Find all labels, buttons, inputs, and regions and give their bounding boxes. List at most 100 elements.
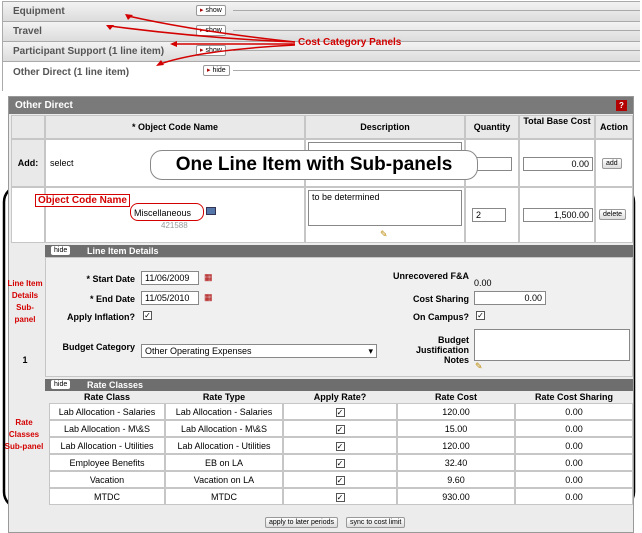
apply-rate-checkbox[interactable]: ✓ bbox=[335, 442, 345, 451]
add-action-cell: add bbox=[595, 139, 633, 187]
annotation-line-item: Line Item Details Sub-panel bbox=[7, 279, 43, 324]
apply-later-button[interactable]: apply to later periods bbox=[265, 517, 338, 528]
rate-type-cell: Lab Allocation - M\&S bbox=[165, 420, 283, 437]
help-icon[interactable]: ? bbox=[616, 100, 627, 111]
rates-col-class: Rate Class bbox=[83, 392, 131, 402]
rate-type-cell: MTDC bbox=[165, 488, 283, 505]
rate-sharing-cell: 0.00 bbox=[515, 403, 633, 420]
apply-rate-cell: ✓ bbox=[283, 420, 397, 437]
add-button[interactable]: add bbox=[602, 158, 622, 169]
object-select[interactable]: select bbox=[50, 158, 74, 168]
add-base-input[interactable]: 0.00 bbox=[523, 157, 593, 171]
col-description: Description bbox=[305, 115, 465, 139]
col-object-code: * Object Code Name bbox=[45, 115, 305, 139]
rate-type-cell: Lab Allocation - Salaries bbox=[165, 403, 283, 420]
apply-rate-checkbox[interactable]: ✓ bbox=[335, 425, 345, 434]
apply-rate-cell: ✓ bbox=[283, 471, 397, 488]
apply-rate-cell: ✓ bbox=[283, 454, 397, 471]
rate-class-cell: Lab Allocation - Salaries bbox=[49, 403, 165, 420]
panel-title: Other Direct bbox=[15, 100, 73, 111]
rate-sharing-cell: 0.00 bbox=[515, 437, 633, 454]
rate-type-cell: Lab Allocation - Utilities bbox=[165, 437, 283, 454]
hide-button[interactable]: hide bbox=[51, 246, 71, 255]
section-title: Rate Classes bbox=[87, 380, 144, 390]
on-campus-label: On Campus? bbox=[412, 312, 469, 322]
item-action-cell: delete bbox=[595, 187, 633, 243]
item-base-cell: 1,500.00 bbox=[519, 187, 595, 243]
rate-sharing-cell: 0.00 bbox=[515, 454, 633, 471]
fa-label: Unrecovered F&A bbox=[392, 271, 469, 281]
rate-class-cell: Lab Allocation - Utilities bbox=[49, 437, 165, 454]
fa-value: 0.00 bbox=[474, 278, 492, 288]
calendar-icon[interactable]: ▦ bbox=[204, 272, 213, 283]
apply-rate-cell: ✓ bbox=[283, 403, 397, 420]
apply-rate-checkbox[interactable]: ✓ bbox=[335, 408, 345, 417]
on-campus-checkbox[interactable]: ✓ bbox=[476, 311, 485, 320]
object-code: 421588 bbox=[161, 221, 188, 230]
apply-rate-cell: ✓ bbox=[283, 437, 397, 454]
add-quantity-input[interactable] bbox=[472, 157, 512, 171]
calendar-icon[interactable]: ▦ bbox=[204, 292, 213, 303]
apply-rate-checkbox[interactable]: ✓ bbox=[335, 459, 345, 468]
rate-type-cell: EB on LA bbox=[165, 454, 283, 471]
inflation-checkbox[interactable]: ✓ bbox=[143, 311, 152, 320]
item-base-input[interactable]: 1,500.00 bbox=[523, 208, 593, 222]
rate-class-cell: Vacation bbox=[49, 471, 165, 488]
rate-classes-header: hide Rate Classes bbox=[45, 379, 633, 391]
end-date-input[interactable]: 11/05/2010 bbox=[141, 291, 199, 305]
budget-category-select[interactable]: Other Operating Expenses ▾ bbox=[141, 344, 377, 358]
line-item-number: 1 bbox=[22, 355, 28, 365]
delete-button[interactable]: delete bbox=[599, 209, 627, 220]
rates-col-cost: Rate Cost bbox=[434, 392, 477, 402]
rate-sharing-cell: 0.00 bbox=[515, 471, 633, 488]
rate-class-cell: Employee Benefits bbox=[49, 454, 165, 471]
apply-rate-checkbox[interactable]: ✓ bbox=[335, 493, 345, 502]
rate-sharing-cell: 0.00 bbox=[515, 420, 633, 437]
rates-col-type: Rate Type bbox=[202, 392, 246, 402]
rate-sharing-cell: 0.00 bbox=[515, 488, 633, 505]
rate-cost-cell: 9.60 bbox=[397, 471, 515, 488]
cost-sharing-label: Cost Sharing bbox=[412, 294, 469, 304]
budget-category-value: Other Operating Expenses bbox=[145, 346, 252, 356]
item-description-cell: to be determined ✎ bbox=[305, 187, 465, 243]
item-quantity-cell: 2 bbox=[465, 187, 519, 243]
apply-rate-checkbox[interactable]: ✓ bbox=[335, 476, 345, 485]
rate-cost-cell: 15.00 bbox=[397, 420, 515, 437]
pencil-icon[interactable]: ✎ bbox=[475, 361, 483, 372]
item-description-input[interactable]: to be determined bbox=[308, 190, 462, 226]
rate-type-cell: Vacation on LA bbox=[165, 471, 283, 488]
add-label: Add: bbox=[11, 139, 45, 187]
rate-class-cell: Lab Allocation - M\&S bbox=[49, 420, 165, 437]
col-action: Action bbox=[595, 115, 633, 139]
justification-input[interactable] bbox=[474, 329, 630, 361]
inflation-label: Apply Inflation? bbox=[67, 312, 135, 322]
rate-cost-cell: 120.00 bbox=[397, 437, 515, 454]
budget-category-label: Budget Category bbox=[62, 342, 135, 352]
apply-rate-cell: ✓ bbox=[283, 488, 397, 505]
rate-cost-cell: 930.00 bbox=[397, 488, 515, 505]
rate-cost-cell: 32.40 bbox=[397, 454, 515, 471]
object-code-highlight bbox=[130, 203, 204, 221]
cost-sharing-input[interactable]: 0.00 bbox=[474, 291, 546, 305]
rate-cost-cell: 120.00 bbox=[397, 403, 515, 420]
start-date-input[interactable]: 11/06/2009 bbox=[141, 271, 199, 285]
col-quantity: Quantity bbox=[465, 115, 519, 139]
lookup-icon[interactable] bbox=[206, 207, 216, 215]
section-title: Line Item Details bbox=[87, 246, 159, 256]
annotation-one-line: One Line Item with Sub-panels bbox=[150, 150, 478, 180]
annotation-object-code: Object Code Name bbox=[35, 194, 130, 207]
line-item-details-header: hide Line Item Details bbox=[45, 245, 633, 257]
col-total-base: Total Base Cost bbox=[519, 115, 595, 139]
justification-label: Budget Justification Notes bbox=[415, 335, 469, 365]
pencil-icon[interactable]: ✎ bbox=[380, 229, 388, 240]
panel-header: Other Direct? bbox=[9, 97, 633, 114]
rates-col-apply: Apply Rate? bbox=[313, 392, 367, 402]
rate-class-cell: MTDC bbox=[49, 488, 165, 505]
hide-button[interactable]: hide bbox=[51, 380, 71, 389]
end-date-label: * End Date bbox=[89, 294, 135, 304]
row-header-spacer bbox=[11, 115, 45, 139]
item-quantity-input[interactable]: 2 bbox=[472, 208, 506, 222]
add-base-cell: 0.00 bbox=[519, 139, 595, 187]
sync-cost-limit-button[interactable]: sync to cost limit bbox=[346, 517, 406, 528]
annotation-cost-category: Cost Category Panels bbox=[298, 37, 402, 48]
